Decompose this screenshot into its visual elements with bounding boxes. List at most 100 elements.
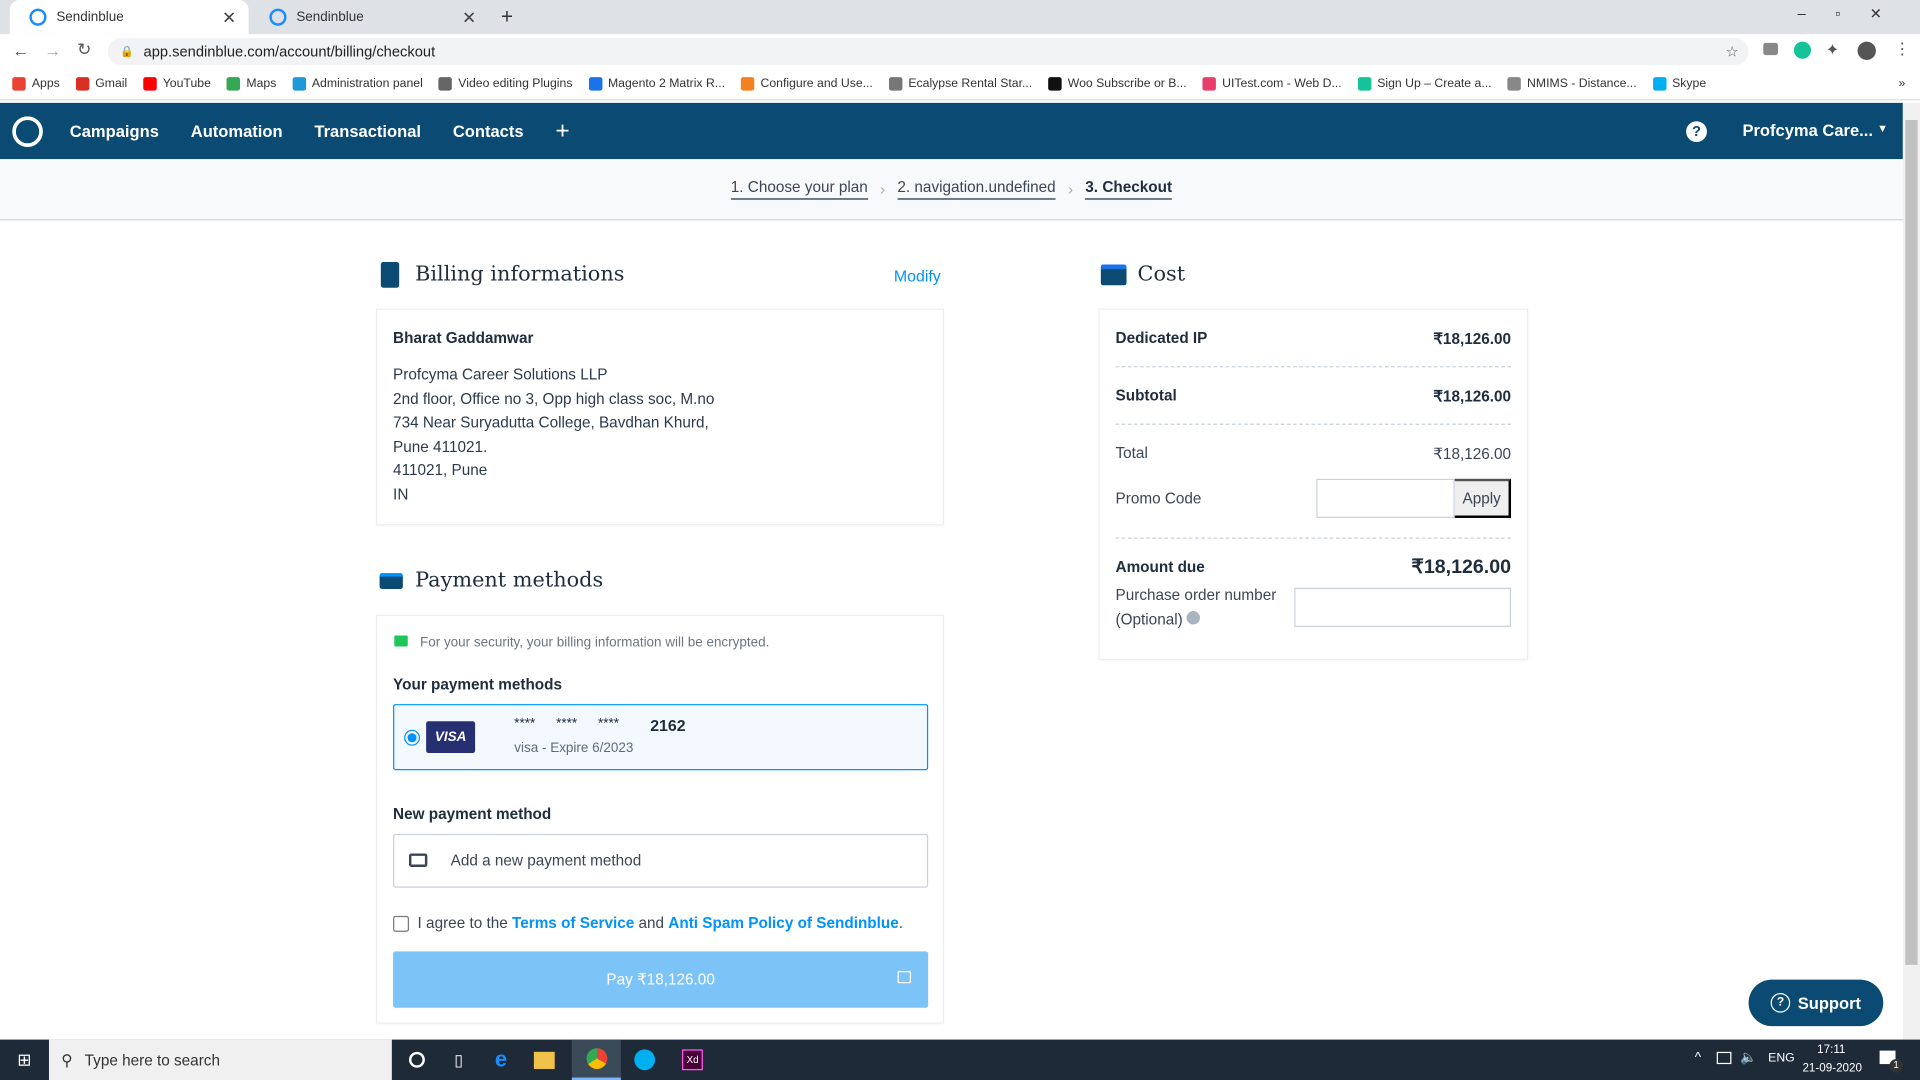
chevron-right-icon: › xyxy=(1067,180,1074,198)
clock-date[interactable]: 21-09-2020 xyxy=(1802,1062,1862,1075)
bookmark-item[interactable]: Woo Subscribe or B... xyxy=(1048,77,1187,91)
bookmark-item[interactable]: Gmail xyxy=(75,77,127,91)
payment-card: For your security, your billing informat… xyxy=(375,614,945,1024)
add-payment-method-button[interactable]: Add a new payment method xyxy=(393,833,929,888)
language-indicator[interactable]: ENG xyxy=(1768,1052,1795,1065)
purchase-order-input[interactable] xyxy=(1294,587,1512,627)
security-note: For your security, your billing informat… xyxy=(420,635,770,651)
bookmark-favicon-icon xyxy=(1357,77,1372,91)
profile-icon[interactable] xyxy=(1857,41,1876,61)
bookmark-item[interactable]: NMIMS - Distance... xyxy=(1507,77,1637,91)
bookmark-favicon-icon xyxy=(740,77,755,91)
window-controls[interactable]: –▫✕ xyxy=(1798,5,1912,22)
billing-title: Billing informations xyxy=(415,262,625,287)
bookmark-favicon-icon xyxy=(143,77,157,91)
sendinblue-favicon-icon xyxy=(29,8,47,26)
reload-icon[interactable]: ↻ xyxy=(77,39,91,60)
apply-button[interactable]: Apply xyxy=(1454,478,1512,518)
back-icon[interactable]: ← xyxy=(12,40,29,60)
anti-spam-link[interactable]: Anti Spam Policy of Sendinblue xyxy=(668,915,898,932)
grammarly-extension-icon[interactable] xyxy=(1793,41,1812,59)
bookmark-item[interactable]: Magento 2 Matrix R... xyxy=(588,77,725,91)
bookmark-favicon-icon xyxy=(1048,77,1062,91)
lock-icon xyxy=(897,971,912,984)
add-icon[interactable]: + xyxy=(555,117,569,145)
bookmark-favicon-icon xyxy=(75,77,90,91)
chevron-down-icon[interactable]: ▼ xyxy=(1877,122,1888,134)
skype-icon[interactable] xyxy=(634,1049,656,1071)
cortana-icon[interactable] xyxy=(408,1051,425,1068)
nav-transactional[interactable]: Transactional xyxy=(314,122,421,140)
pay-label: Pay ₹18,126.00 xyxy=(606,971,715,989)
task-view-icon[interactable]: ▯ xyxy=(454,1050,463,1070)
bookmark-item[interactable]: UITest.com - Web D... xyxy=(1202,77,1342,91)
clock-time[interactable]: 17:11 xyxy=(1817,1043,1845,1056)
close-tab-icon[interactable]: ✕ xyxy=(462,7,476,28)
taskbar-search[interactable]: ⚲ Type here to search xyxy=(48,1039,392,1080)
document-icon xyxy=(380,262,400,288)
step-choose-plan[interactable]: 1. Choose your plan xyxy=(730,179,868,200)
terms-link[interactable]: Terms of Service xyxy=(512,915,634,932)
tray-chevron-icon[interactable]: ^ xyxy=(1695,1051,1701,1066)
bookmark-item[interactable]: Skype xyxy=(1652,77,1706,91)
bookmark-item[interactable]: Sign Up – Create a... xyxy=(1357,77,1492,91)
bookmark-favicon-icon xyxy=(1202,77,1217,91)
card-radio[interactable] xyxy=(404,729,421,746)
forward-icon[interactable]: → xyxy=(44,40,61,60)
chrome-icon[interactable] xyxy=(572,1039,622,1080)
volume-icon[interactable]: 🔈 xyxy=(1740,1049,1757,1066)
bookmark-item[interactable]: Maps xyxy=(226,77,276,91)
promo-code-input[interactable] xyxy=(1316,478,1455,518)
address-line: 2nd floor, Office no 3, Opp high class s… xyxy=(393,390,715,408)
pay-button[interactable]: Pay ₹18,126.00 xyxy=(393,951,929,1008)
nav-contacts[interactable]: Contacts xyxy=(453,122,524,140)
nav-campaigns[interactable]: Campaigns xyxy=(70,122,159,140)
account-menu[interactable]: Profcyma Care... xyxy=(1742,121,1872,139)
tab-title: Sendinblue xyxy=(56,9,124,25)
edge-icon[interactable]: e xyxy=(495,1047,507,1073)
browser-tab-bar: Sendinblue ✕ Sendinblue ✕ + –▫✕ xyxy=(0,0,1920,35)
bookmark-item[interactable]: Configure and Use... xyxy=(740,77,873,91)
bookmark-item[interactable]: Administration panel xyxy=(292,77,423,91)
help-icon[interactable]: ? xyxy=(1686,121,1707,143)
bookmark-favicon-icon xyxy=(1652,77,1666,91)
bookmark-item[interactable]: YouTube xyxy=(143,77,211,91)
more-bookmarks-icon[interactable]: » xyxy=(1898,77,1905,90)
card-expiry: visa - Expire 6/2023 xyxy=(514,740,634,756)
windows-taskbar: ⊞ ⚲ Type here to search ▯ e Xd ^ 🔈 ENG 17… xyxy=(0,1039,1920,1080)
close-tab-icon[interactable]: ✕ xyxy=(222,7,236,28)
checkout-steps: 1. Choose your plan › 2. navigation.unde… xyxy=(0,159,1903,221)
browser-tab[interactable]: Sendinblue ✕ xyxy=(250,0,489,34)
page-scrollbar[interactable] xyxy=(1902,102,1920,1040)
extensions-icon[interactable]: ✦ xyxy=(1826,40,1839,60)
modify-link[interactable]: Modify xyxy=(894,267,941,285)
info-icon[interactable] xyxy=(1186,611,1201,625)
network-icon[interactable] xyxy=(1716,1051,1732,1065)
bookmark-item[interactable]: Apps xyxy=(12,77,60,91)
bookmark-star-icon[interactable]: ☆ xyxy=(1726,43,1739,60)
bookmark-item[interactable]: Video editing Plugins xyxy=(438,77,572,91)
browser-tab[interactable]: Sendinblue ✕ xyxy=(9,0,249,35)
card-masked: **** **** **** xyxy=(514,716,619,732)
new-tab-icon[interactable]: + xyxy=(501,5,513,29)
sendinblue-favicon-icon xyxy=(269,8,287,26)
saved-card-option[interactable]: VISA **** **** **** 2162 visa - Expire 6… xyxy=(393,704,929,771)
promo-row: Promo Code Apply xyxy=(1116,478,1512,518)
agree-checkbox[interactable] xyxy=(393,915,409,932)
browser-toolbar: ← → ↻ 🔒 app.sendinblue.com/account/billi… xyxy=(0,34,1920,69)
address-line: Pune 411021. xyxy=(393,437,488,455)
file-explorer-icon[interactable] xyxy=(534,1051,555,1069)
billing-name: Bharat Gaddamwar xyxy=(393,329,534,347)
bookmark-item[interactable]: Ecalypse Rental Star... xyxy=(888,77,1032,91)
windows-start-icon[interactable]: ⊞ xyxy=(0,1049,49,1070)
camera-extension-icon[interactable] xyxy=(1763,42,1778,56)
sendinblue-logo-icon[interactable] xyxy=(12,115,43,147)
adobe-xd-icon[interactable]: Xd xyxy=(682,1049,704,1071)
menu-icon[interactable]: ⋮ xyxy=(1894,39,1910,59)
step-2[interactable]: 2. navigation.undefined xyxy=(897,179,1056,200)
billing-address: Profcyma Career Solutions LLP 2nd floor, … xyxy=(393,364,927,507)
support-button[interactable]: ? Support xyxy=(1748,979,1884,1027)
address-bar[interactable]: 🔒 app.sendinblue.com/account/billing/che… xyxy=(107,37,1749,65)
nav-automation[interactable]: Automation xyxy=(191,122,283,140)
step-checkout[interactable]: 3. Checkout xyxy=(1085,179,1173,200)
